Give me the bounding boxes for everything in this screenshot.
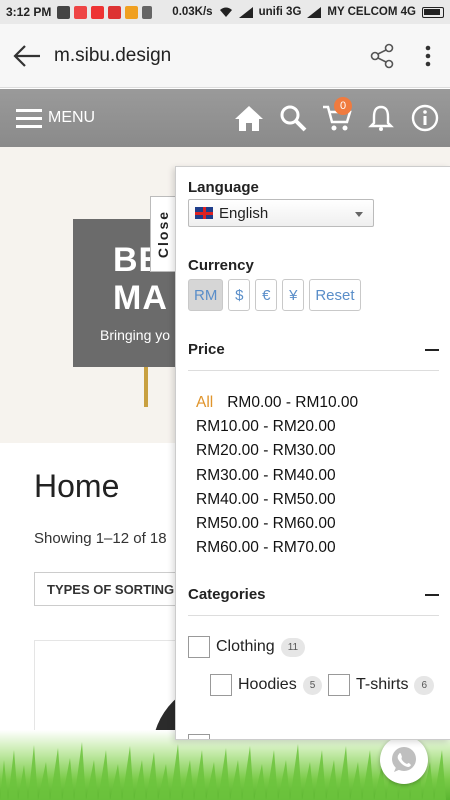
bell-icon (368, 105, 394, 131)
info-icon (411, 104, 439, 132)
language-value: English (219, 204, 269, 222)
currency-jpy-button[interactable]: ¥ (282, 279, 305, 311)
notification-icon (57, 5, 71, 19)
menu-button[interactable]: MENU (0, 108, 95, 128)
notification-icon (125, 5, 139, 19)
currency-eur-button[interactable]: € (255, 279, 278, 311)
notification-icon (74, 5, 88, 19)
notification-icon (108, 5, 122, 19)
back-button[interactable] (0, 24, 54, 88)
battery-icon (422, 6, 444, 18)
wifi-icon (219, 7, 232, 17)
arrow-left-icon (13, 44, 40, 67)
currency-reset-button[interactable]: Reset (309, 279, 361, 311)
price-range-option[interactable]: RM50.00 - RM60.00 (196, 512, 358, 536)
filter-panel: Language English Currency RM $ € ¥ Reset… (175, 166, 450, 740)
categories-section-header[interactable]: Categories (188, 586, 439, 616)
category-checkbox[interactable] (328, 674, 350, 696)
price-range-option[interactable]: RM0.00 - RM10.00 (227, 394, 358, 411)
notification-icon (91, 5, 105, 19)
currency-rm-button[interactable]: RM (188, 279, 224, 311)
price-section-header[interactable]: Price (188, 341, 439, 371)
currency-options: RM $ € ¥ Reset (188, 279, 361, 311)
category-item-tshirts[interactable]: T-shirts 6 (328, 674, 435, 696)
category-checkbox[interactable] (188, 734, 210, 739)
categories-label: Categories (188, 586, 266, 603)
cart-button[interactable]: 0 (322, 97, 352, 133)
category-count: 5 (302, 675, 323, 695)
result-count: Showing 1–12 of 18 (34, 530, 167, 547)
carrier-2: MY CELCOM 4G (327, 6, 416, 18)
category-checkbox[interactable] (210, 674, 232, 696)
notifications-button[interactable] (366, 103, 396, 133)
category-checkbox[interactable] (188, 636, 210, 658)
cart-count-badge: 0 (334, 97, 352, 115)
search-button[interactable] (278, 103, 308, 133)
home-icon (235, 106, 263, 131)
category-item-clothing[interactable]: Clothing 11 (188, 636, 306, 658)
collapse-icon (425, 348, 439, 351)
currency-usd-button[interactable]: $ (228, 279, 251, 311)
page-title: Home (34, 468, 120, 504)
price-all-option[interactable]: All (196, 394, 213, 411)
share-icon (370, 43, 394, 68)
status-time: 3:12 PM (6, 5, 52, 19)
collapse-icon (425, 593, 439, 596)
info-button[interactable] (410, 103, 440, 133)
status-bar: 3:12 PM 0.03K/s unifi 3G MY CELCOM 4G (0, 0, 450, 24)
price-range-option[interactable]: RM40.00 - RM50.00 (196, 488, 358, 512)
category-item[interactable] (188, 734, 210, 739)
close-filter-tab[interactable]: Close (150, 196, 176, 272)
category-label: Hoodies (238, 676, 297, 693)
signal-icon (307, 6, 322, 18)
price-range-option[interactable]: RM20.00 - RM30.00 (196, 439, 358, 463)
home-button[interactable] (234, 103, 264, 133)
price-range-option[interactable]: RM10.00 - RM20.00 (196, 415, 358, 439)
hero-decoration (144, 367, 148, 407)
currency-label: Currency (188, 257, 254, 274)
price-range-list: All RM0.00 - RM10.00 RM10.00 - RM20.00 RM… (196, 391, 358, 560)
kebab-icon (425, 45, 431, 66)
price-range-item: All RM0.00 - RM10.00 (196, 391, 358, 415)
language-select[interactable]: English (188, 199, 374, 227)
category-count: 6 (414, 675, 435, 695)
signal-icon (238, 6, 253, 18)
share-button[interactable] (358, 24, 406, 88)
close-tab-label: Close (155, 209, 172, 259)
sorting-select[interactable]: TYPES OF SORTING (34, 572, 194, 606)
hero-subtitle: Bringing yo (100, 327, 171, 343)
menu-label: MENU (48, 109, 96, 126)
category-label: Clothing (216, 638, 275, 655)
site-navbar: MENU 0 (0, 89, 450, 147)
hamburger-icon (16, 109, 42, 128)
browser-toolbar: m.sibu.design (0, 24, 450, 88)
price-label: Price (188, 341, 225, 358)
chevron-down-icon (355, 212, 363, 217)
price-range-option[interactable]: RM30.00 - RM40.00 (196, 464, 358, 488)
network-speed: 0.03K/s (172, 6, 213, 18)
category-item-hoodies[interactable]: Hoodies 5 (210, 674, 323, 696)
notification-icon (142, 5, 153, 19)
whatsapp-button[interactable] (380, 736, 428, 784)
uk-flag-icon (195, 207, 213, 219)
more-options-button[interactable] (406, 24, 450, 88)
whatsapp-icon (392, 747, 416, 772)
category-count: 11 (280, 637, 306, 657)
price-range-option[interactable]: RM60.00 - RM70.00 (196, 536, 358, 560)
url-text[interactable]: m.sibu.design (54, 45, 358, 67)
category-label: T-shirts (356, 676, 409, 693)
carrier-1: unifi 3G (258, 6, 302, 18)
search-icon (280, 105, 307, 132)
language-label: Language (188, 179, 259, 196)
